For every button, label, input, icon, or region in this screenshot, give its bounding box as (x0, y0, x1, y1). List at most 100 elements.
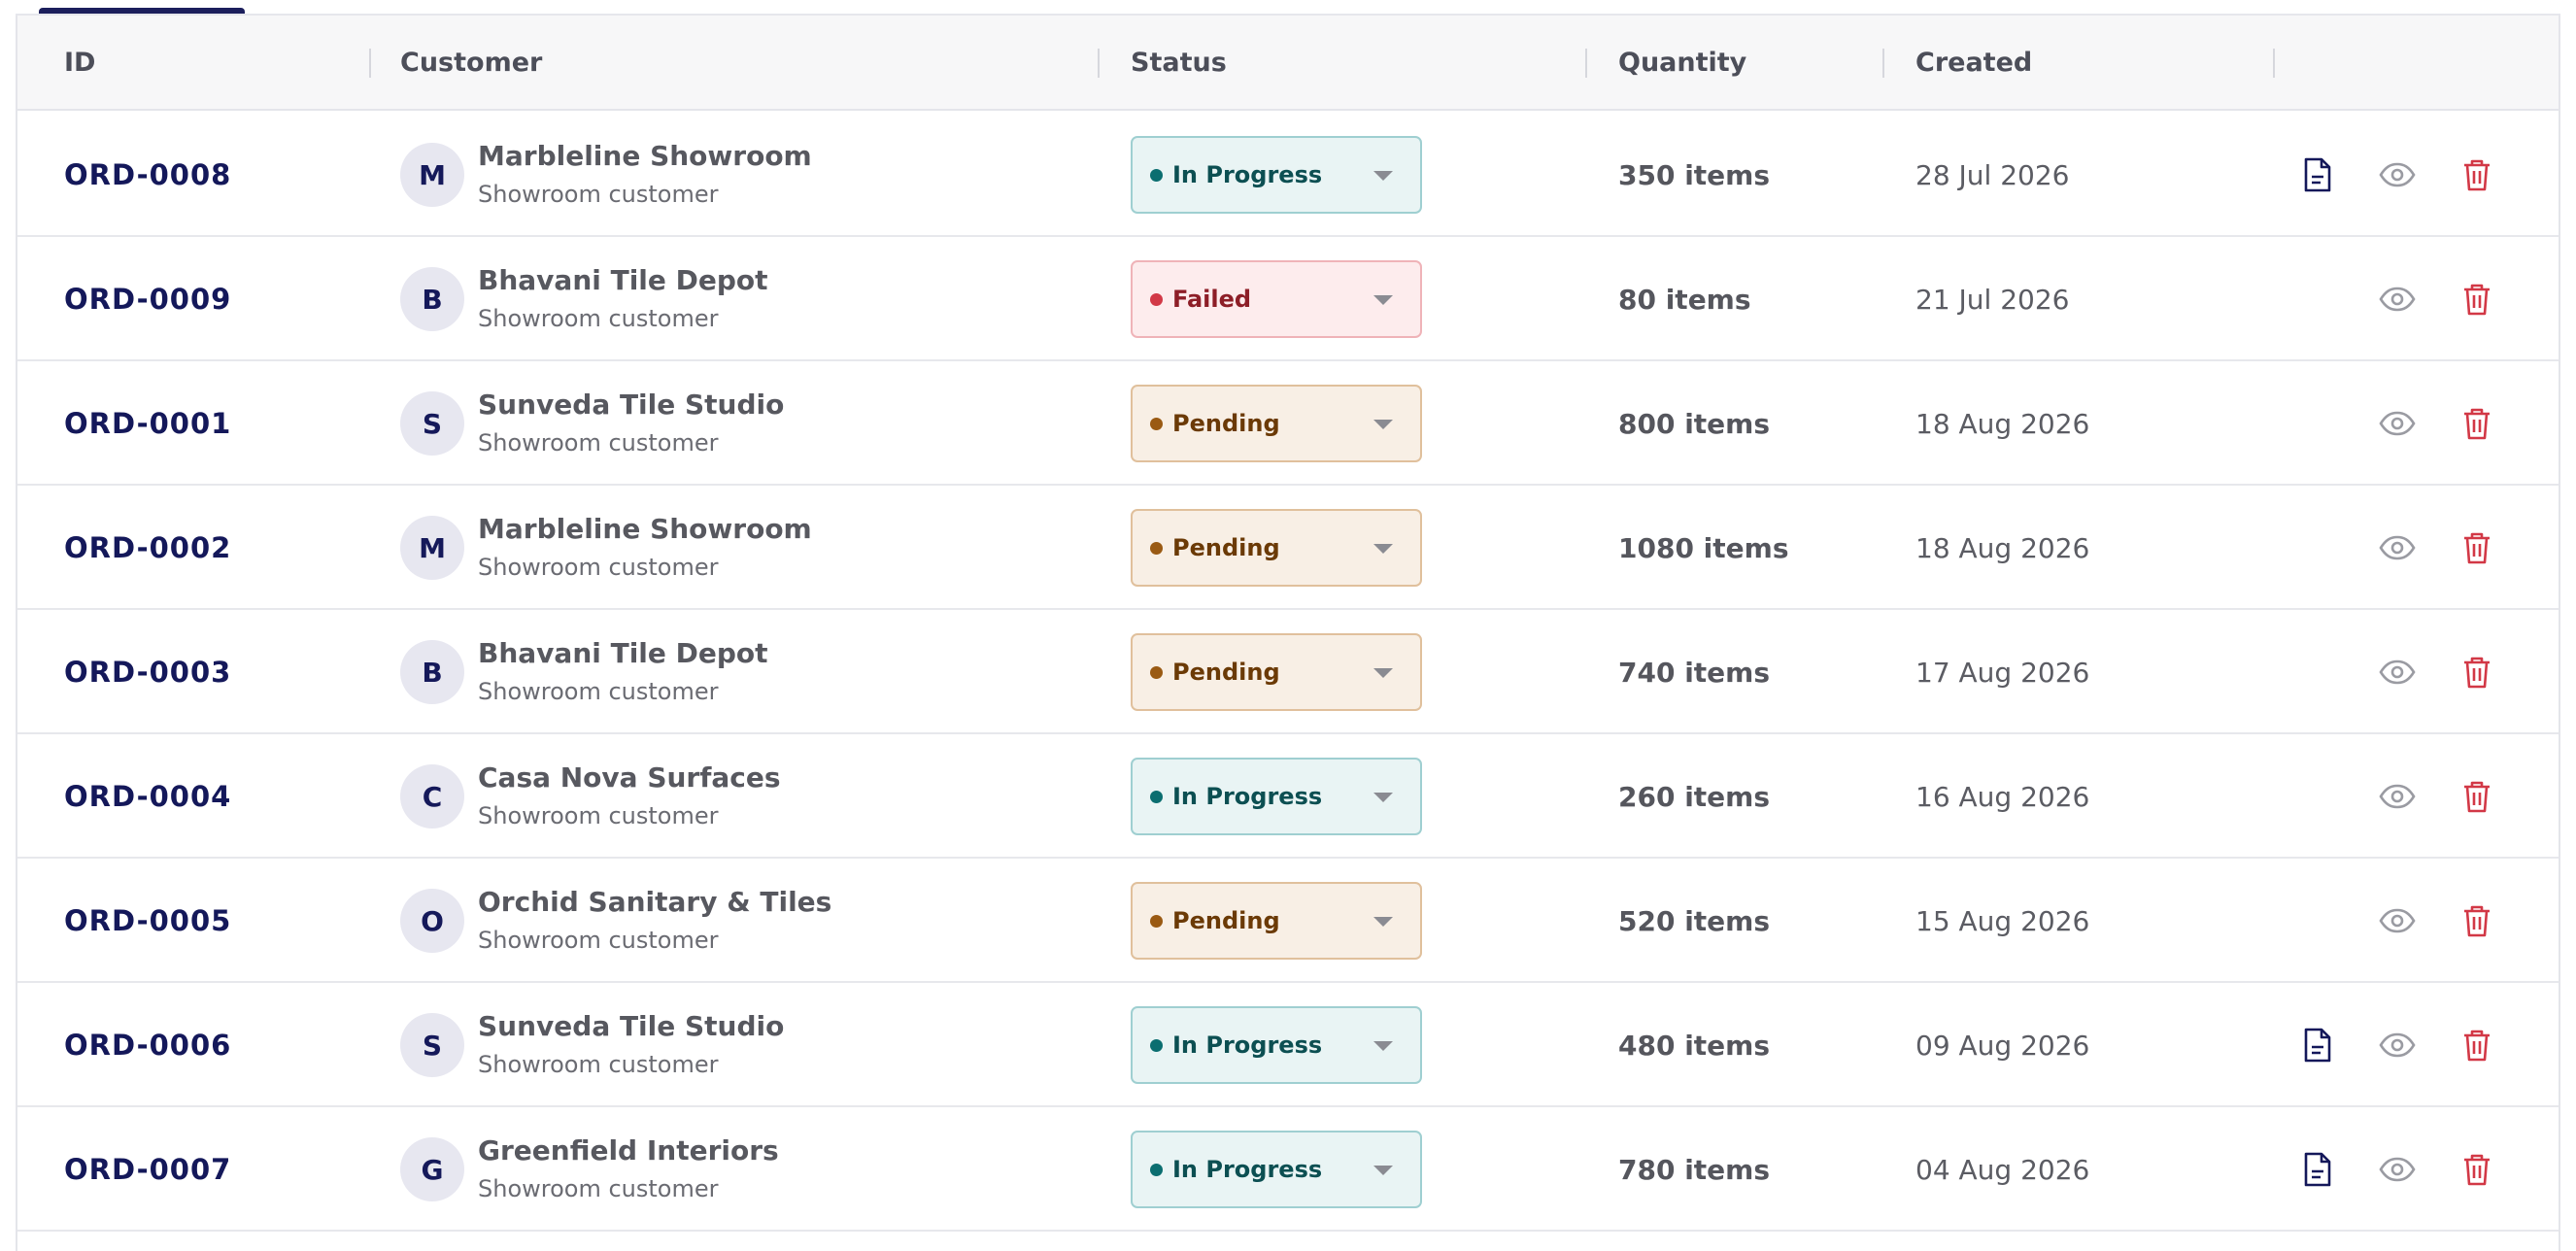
created-date: 17 Aug 2026 (1915, 656, 2090, 689)
status-dropdown[interactable]: In Progress (1131, 1006, 1422, 1084)
avatar: M (400, 143, 464, 207)
trash-icon[interactable] (2454, 400, 2500, 447)
column-separator[interactable] (1882, 49, 1884, 78)
table-row[interactable]: ORD-0005 O Orchid Sanitary & Tiles Showroom… (17, 859, 2559, 983)
table-row[interactable]: ORD-0004 C Casa Nova Surfaces Showroom cust… (17, 734, 2559, 859)
document-icon[interactable] (2294, 152, 2341, 198)
order-id-cell: ORD-0008 (64, 113, 231, 237)
trash-icon[interactable] (2454, 649, 2500, 695)
trash-icon[interactable] (2454, 773, 2500, 820)
quantity-cell: 780 items (1618, 1107, 1770, 1232)
trash-icon[interactable] (2454, 1146, 2500, 1193)
trash-icon[interactable] (2454, 897, 2500, 944)
eye-icon[interactable] (2374, 276, 2421, 322)
header-created[interactable]: Created (1915, 16, 2032, 111)
created-date: 15 Aug 2026 (1915, 904, 2090, 937)
trash-icon[interactable] (2454, 152, 2500, 198)
customer-cell: M Marbleline Showroom Showroom customer (400, 486, 812, 610)
customer-type: Showroom customer (478, 1175, 719, 1202)
column-separator[interactable] (369, 49, 371, 78)
status-cell: Failed (1131, 237, 1422, 361)
order-id-link[interactable]: ORD-0007 (64, 1153, 231, 1186)
table-row[interactable]: ORD-0009 B Bhavani Tile Depot Showroom cust… (17, 237, 2559, 361)
order-id-link[interactable]: ORD-0004 (64, 780, 231, 813)
status-dropdown[interactable]: Pending (1131, 385, 1422, 462)
eye-icon[interactable] (2374, 649, 2421, 695)
trash-icon[interactable] (2454, 1022, 2500, 1068)
status-dot (1150, 168, 1163, 182)
quantity-value: 80 items (1618, 283, 1751, 316)
avatar: S (400, 391, 464, 456)
document-icon[interactable] (2294, 1146, 2341, 1193)
customer-type: Showroom customer (478, 802, 719, 829)
quantity-value: 780 items (1618, 1153, 1771, 1186)
order-id-link[interactable]: ORD-0001 (64, 407, 231, 440)
customer-cell: S Sunveda Tile Studio Showroom customer (400, 361, 784, 486)
quantity-value: 350 items (1618, 158, 1771, 191)
status-cell: In Progress (1131, 1107, 1422, 1232)
header-id[interactable]: ID (64, 16, 95, 111)
column-separator[interactable] (1585, 49, 1587, 78)
order-id-cell: ORD-0007 (64, 1107, 231, 1232)
status-dot (1150, 541, 1163, 555)
status-dropdown[interactable]: In Progress (1131, 136, 1422, 214)
table-row[interactable]: ORD-0001 S Sunveda Tile Studio Showroom cus… (17, 361, 2559, 486)
status-label: In Progress (1172, 1031, 1323, 1059)
table-row[interactable]: ORD-0006 S Sunveda Tile Studio Showroom cus… (17, 983, 2559, 1107)
status-dropdown[interactable]: Failed (1131, 260, 1422, 338)
customer-name: Casa Nova Surfaces (478, 761, 781, 794)
column-separator[interactable] (2273, 49, 2275, 78)
quantity-cell: 740 items (1618, 610, 1770, 734)
eye-icon[interactable] (2374, 897, 2421, 944)
customer-type: Showroom customer (478, 554, 719, 581)
status-dot (1150, 790, 1163, 803)
table-row[interactable]: ORD-0002 M Marbleline Showroom Showroom cus… (17, 486, 2559, 610)
order-id-link[interactable]: ORD-0008 (64, 158, 231, 191)
created-cell: 16 Aug 2026 (1915, 734, 2089, 859)
created-cell: 21 Jul 2026 (1915, 237, 2069, 361)
eye-icon[interactable] (2374, 400, 2421, 447)
status-dropdown[interactable]: In Progress (1131, 1131, 1422, 1208)
customer-info: Sunveda Tile Studio Showroom customer (478, 388, 784, 459)
eye-icon[interactable] (2374, 524, 2421, 571)
trash-icon[interactable] (2454, 524, 2500, 571)
avatar: C (400, 764, 464, 828)
status-dropdown[interactable]: Pending (1131, 633, 1422, 711)
status-label: Pending (1172, 410, 1280, 437)
avatar: O (400, 889, 464, 953)
order-id-cell: ORD-0006 (64, 983, 231, 1107)
created-date: 16 Aug 2026 (1915, 780, 2090, 813)
eye-icon[interactable] (2374, 1146, 2421, 1193)
status-dropdown[interactable]: Pending (1131, 882, 1422, 960)
avatar: B (400, 267, 464, 331)
customer-cell: B Bhavani Tile Depot Showroom customer (400, 237, 768, 361)
column-separator[interactable] (1098, 49, 1100, 78)
order-id-link[interactable]: ORD-0003 (64, 656, 231, 689)
eye-icon[interactable] (2374, 773, 2421, 820)
header-status[interactable]: Status (1131, 16, 1227, 111)
trash-icon[interactable] (2454, 276, 2500, 322)
order-id-link[interactable]: ORD-0006 (64, 1029, 231, 1062)
table-header: ID Customer Status Quantity Created (17, 16, 2559, 111)
table-row[interactable]: ORD-0003 B Bhavani Tile Depot Showroom cust… (17, 610, 2559, 734)
status-dropdown[interactable]: In Progress (1131, 758, 1422, 835)
customer-info: Bhavani Tile Depot Showroom customer (478, 636, 768, 708)
order-id-link[interactable]: ORD-0009 (64, 283, 231, 316)
status-dropdown[interactable]: Pending (1131, 509, 1422, 587)
order-id-link[interactable]: ORD-0002 (64, 531, 231, 564)
avatar: G (400, 1137, 464, 1201)
eye-icon[interactable] (2374, 1022, 2421, 1068)
quantity-value: 480 items (1618, 1029, 1771, 1062)
header-customer[interactable]: Customer (400, 16, 542, 111)
status-dot (1150, 417, 1163, 430)
eye-icon[interactable] (2374, 152, 2421, 198)
status-cell: In Progress (1131, 983, 1422, 1107)
customer-name: Bhavani Tile Depot (478, 264, 768, 296)
order-id-link[interactable]: ORD-0005 (64, 904, 231, 937)
table-row[interactable]: ORD-0008 M Marbleline Showroom Showroom cus… (17, 113, 2559, 237)
document-icon[interactable] (2294, 1022, 2341, 1068)
customer-cell: O Orchid Sanitary & Tiles Showroom custome… (400, 859, 831, 983)
table-row[interactable]: ORD-0007 G Greenfield Interiors Showroom cu… (17, 1107, 2559, 1232)
header-quantity[interactable]: Quantity (1618, 16, 1746, 111)
status-cell: Pending (1131, 361, 1422, 486)
